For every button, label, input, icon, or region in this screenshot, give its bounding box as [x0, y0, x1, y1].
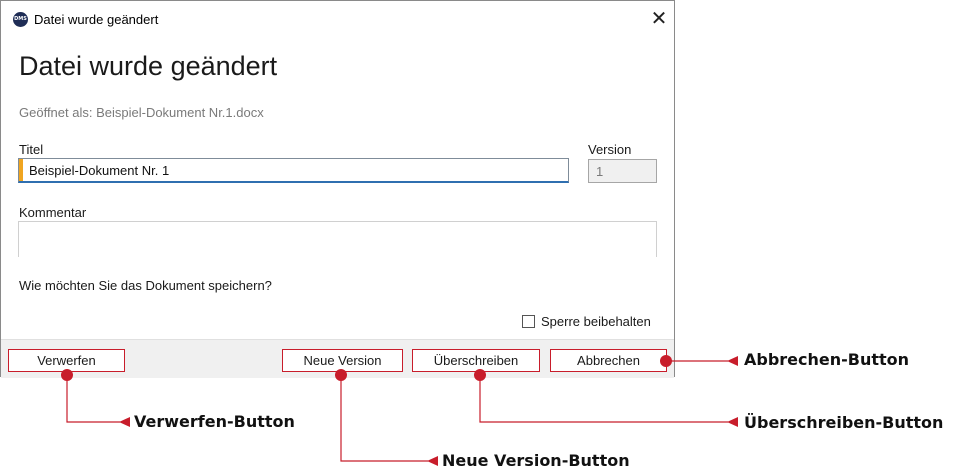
arrowhead-new-version: [427, 456, 438, 466]
leader-overwrite: [479, 375, 728, 423]
callout-cancel-button: Abbrechen-Button: [744, 350, 910, 369]
marker-dot-new-version: [335, 369, 347, 381]
marker-dot-overwrite: [474, 369, 486, 381]
leader-new-version: [340, 375, 428, 462]
callout-discard-button: Verwerfen-Button: [134, 412, 295, 431]
marker-dot-discard: [61, 369, 73, 381]
callout-overwrite-button: Überschreiben-Button: [744, 413, 944, 432]
callout-new-version-button: Neue Version-Button: [442, 451, 630, 470]
annotation-leaders: [61, 355, 738, 466]
arrowhead-discard: [119, 417, 130, 427]
arrowhead-cancel: [727, 356, 738, 366]
marker-dot-cancel: [660, 355, 672, 367]
arrowhead-overwrite: [727, 417, 738, 427]
leader-discard: [66, 375, 120, 423]
